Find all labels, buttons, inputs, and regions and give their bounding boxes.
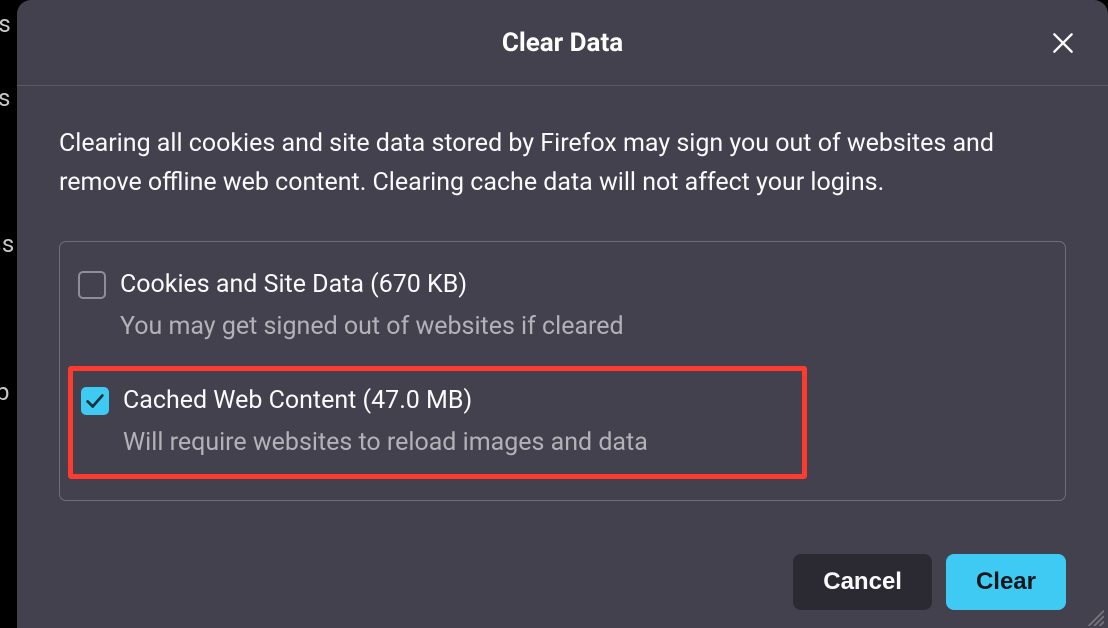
bg-text: p bbox=[0, 378, 10, 406]
resize-grip-icon[interactable] bbox=[1082, 604, 1104, 626]
dialog-footer: Cancel Clear bbox=[17, 530, 1108, 628]
option-label: Cached Web Content (47.0 MB) bbox=[123, 385, 648, 418]
bg-text: s bbox=[0, 84, 11, 112]
options-container: Cookies and Site Data (670 KB) You may g… bbox=[59, 241, 1066, 501]
checkbox-cache[interactable] bbox=[81, 387, 109, 415]
clear-button[interactable]: Clear bbox=[946, 554, 1066, 610]
option-text: Cookies and Site Data (670 KB) You may g… bbox=[120, 269, 624, 344]
dialog-description: Clearing all cookies and site data store… bbox=[59, 124, 1066, 203]
option-cache[interactable]: Cached Web Content (47.0 MB) Will requir… bbox=[81, 379, 794, 466]
option-text: Cached Web Content (47.0 MB) Will requir… bbox=[123, 385, 648, 460]
option-desc: Will require websites to reload images a… bbox=[123, 427, 648, 460]
clear-data-dialog: Clear Data Clearing all cookies and site… bbox=[17, 0, 1108, 628]
checkbox-cookies[interactable] bbox=[78, 271, 106, 299]
dialog-title: Clear Data bbox=[502, 28, 623, 58]
bg-text: is bbox=[0, 10, 11, 38]
option-desc: You may get signed out of websites if cl… bbox=[120, 311, 624, 344]
check-icon bbox=[84, 390, 106, 412]
close-icon bbox=[1050, 30, 1076, 56]
dialog-body: Clearing all cookies and site data store… bbox=[17, 86, 1108, 530]
close-button[interactable] bbox=[1046, 26, 1080, 60]
dialog-header: Clear Data bbox=[17, 0, 1108, 86]
bg-text: ss bbox=[0, 230, 15, 258]
cancel-button[interactable]: Cancel bbox=[793, 554, 932, 610]
highlight-box: Cached Web Content (47.0 MB) Will requir… bbox=[68, 366, 807, 479]
option-label: Cookies and Site Data (670 KB) bbox=[120, 269, 624, 302]
option-cookies[interactable]: Cookies and Site Data (670 KB) You may g… bbox=[78, 263, 1047, 350]
